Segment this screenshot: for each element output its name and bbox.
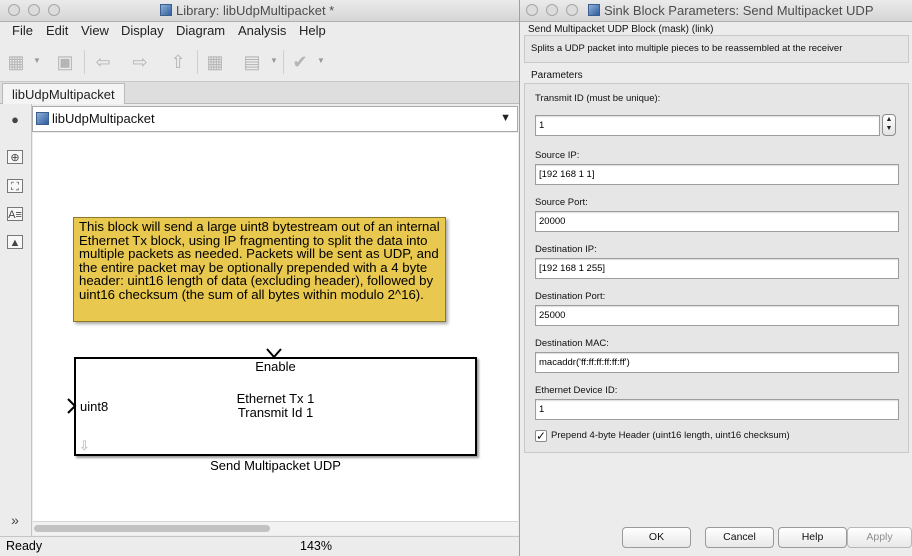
model-explorer-icon[interactable]: ▤: [242, 52, 262, 72]
menu-view[interactable]: View: [81, 23, 109, 38]
block-name-label[interactable]: Send Multipacket UDP: [74, 458, 477, 473]
tab-strip: libUdpMultipacket: [0, 82, 519, 104]
block-type-label: Send Multipacket UDP Block (mask) (link): [528, 24, 714, 35]
annotation-note[interactable]: This block will send a large uint8 bytes…: [73, 217, 446, 322]
help-button[interactable]: Help: [778, 527, 847, 548]
model-icon: [36, 112, 49, 125]
toolbar-separator: [197, 50, 198, 74]
destination-port-label: Destination Port:: [535, 291, 606, 302]
dialog-titlebar[interactable]: Sink Block Parameters: Send Multipacket …: [520, 0, 912, 22]
canvas-palette: ● ⊕ ⛶ A≡ ▲ »: [0, 104, 32, 536]
zoom-level: 143%: [300, 539, 332, 553]
up-arrow-icon[interactable]: ⇧: [168, 52, 188, 72]
zoom-window-button[interactable]: [48, 4, 60, 16]
toolbar-separator: [84, 50, 85, 74]
menu-bar: File Edit View Display Diagram Analysis …: [0, 22, 519, 40]
parameters-heading: Parameters: [531, 70, 583, 81]
source-port-label: Source Port:: [535, 197, 588, 208]
fit-to-view-icon[interactable]: ⛶: [7, 179, 23, 193]
tab-libudpmultipacket[interactable]: libUdpMultipacket: [2, 83, 125, 104]
check-dropdown-icon[interactable]: ▼: [317, 56, 325, 66]
destination-mac-label: Destination MAC:: [535, 338, 609, 349]
zoom-window-button[interactable]: [566, 4, 578, 16]
library-browser-icon[interactable]: ▦: [205, 52, 225, 72]
status-bar: Ready 143%: [0, 536, 519, 556]
menu-analysis[interactable]: Analysis: [238, 23, 286, 38]
library-window: Library: libUdpMultipacket * File Edit V…: [0, 0, 519, 556]
transmit-id-label: Transmit ID (must be unique):: [535, 93, 661, 104]
image-icon[interactable]: ▲: [7, 235, 23, 249]
address-path: libUdpMultipacket: [52, 111, 155, 126]
library-titlebar[interactable]: Library: libUdpMultipacket *: [0, 0, 519, 22]
destination-port-field[interactable]: 25000: [535, 305, 899, 326]
enable-port-label: Enable: [255, 359, 296, 374]
ok-button[interactable]: OK: [622, 527, 691, 548]
forward-arrow-icon[interactable]: ⇨: [130, 52, 150, 72]
menu-file[interactable]: File: [12, 23, 33, 38]
parameters-panel: Transmit ID (must be unique): 1 Source I…: [524, 83, 909, 453]
address-dropdown-icon[interactable]: ▼: [500, 112, 511, 124]
close-window-button[interactable]: [8, 4, 20, 16]
apply-button[interactable]: Apply: [847, 527, 912, 548]
menu-display[interactable]: Display: [121, 23, 164, 38]
prepend-header-checkbox[interactable]: ✓: [535, 430, 547, 442]
transmit-id-field[interactable]: 1: [535, 115, 880, 136]
menu-edit[interactable]: Edit: [46, 23, 68, 38]
library-title-text: Library: libUdpMultipacket *: [176, 3, 335, 18]
toolbar-separator: [283, 50, 284, 74]
address-bar[interactable]: libUdpMultipacket ▼: [32, 106, 518, 132]
dialog-title-text: Sink Block Parameters: Send Multipacket …: [604, 3, 874, 18]
block-line-1: Ethernet Tx 1: [236, 391, 315, 406]
library-window-title: Library: libUdpMultipacket *: [160, 3, 334, 18]
save-icon[interactable]: ▣: [55, 52, 75, 72]
close-window-button[interactable]: [526, 4, 538, 16]
dialog-window-title: Sink Block Parameters: Send Multipacket …: [588, 3, 874, 18]
block-parameters-dialog: Sink Block Parameters: Send Multipacket …: [519, 0, 912, 556]
new-model-icon[interactable]: ▦: [6, 52, 26, 72]
block-line-2: Transmit Id 1: [237, 404, 314, 420]
hide-explorer-icon[interactable]: ●: [7, 113, 23, 127]
link-arrow-icon: ⇩: [79, 438, 90, 453]
annotation-icon[interactable]: A≡: [7, 207, 23, 221]
expand-palette-icon[interactable]: »: [7, 513, 23, 527]
send-multipacket-udp-block[interactable]: Enable uint8 Ethernet Tx 1 Transmit Id 1…: [67, 348, 477, 456]
simulink-block-icon: [588, 4, 600, 16]
destination-mac-field[interactable]: macaddr('ff:ff:ff:ff:ff:ff'): [535, 352, 899, 373]
prepend-header-label[interactable]: Prepend 4-byte Header (uint16 length, ui…: [551, 430, 790, 441]
menu-diagram[interactable]: Diagram: [176, 23, 225, 38]
new-dropdown-icon[interactable]: ▼: [33, 56, 41, 66]
diagram-canvas[interactable]: This block will send a large uint8 bytes…: [33, 133, 518, 521]
back-arrow-icon[interactable]: ⇦: [93, 52, 113, 72]
block-description: Splits a UDP packet into multiple pieces…: [531, 43, 843, 54]
transmit-id-stepper[interactable]: ▲ ▼: [882, 114, 896, 136]
minimize-window-button[interactable]: [28, 4, 40, 16]
ethernet-device-id-label: Ethernet Device ID:: [535, 385, 618, 396]
minimize-window-button[interactable]: [546, 4, 558, 16]
cancel-button[interactable]: Cancel: [705, 527, 774, 548]
simulink-model-icon: [160, 4, 172, 16]
block-body-text: Ethernet Tx 1 Transmit Id 1: [76, 392, 475, 419]
check-model-icon[interactable]: ✔: [290, 52, 310, 72]
source-port-field[interactable]: 20000: [535, 211, 899, 232]
zoom-in-icon[interactable]: ⊕: [7, 150, 23, 164]
explorer-dropdown-icon[interactable]: ▼: [270, 56, 278, 66]
destination-ip-label: Destination IP:: [535, 244, 597, 255]
source-ip-field[interactable]: [192 168 1 1]: [535, 164, 899, 185]
toolbar: ▦ ▼ ▣ ⇦ ⇨ ⇧ ▦ ▤ ▼ ✔ ▼: [0, 40, 519, 82]
destination-ip-field[interactable]: [192 168 1 255]: [535, 258, 899, 279]
menu-help[interactable]: Help: [299, 23, 326, 38]
scrollbar-thumb[interactable]: [34, 525, 270, 532]
horizontal-scrollbar[interactable]: [33, 521, 518, 535]
ethernet-device-id-field[interactable]: 1: [535, 399, 899, 420]
status-state: Ready: [6, 539, 43, 553]
source-ip-label: Source IP:: [535, 150, 580, 161]
